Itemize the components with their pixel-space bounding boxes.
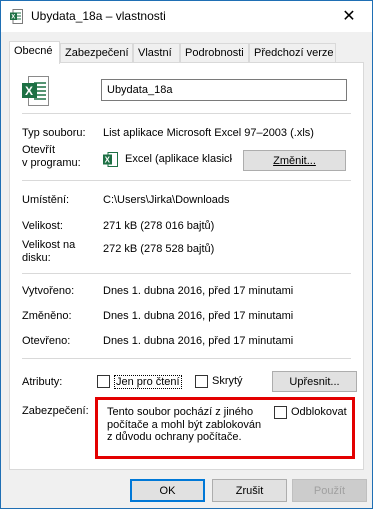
general-panel: X Ubydata_18a Typ souboru: List aplikace…	[9, 62, 364, 470]
readonly-checkbox[interactable]	[97, 375, 110, 388]
security-message: Tento soubor pochází z jiného počítače a…	[107, 406, 262, 443]
excel-file-icon: X	[22, 76, 49, 106]
tab-strip: Obecné Zabezpečení Vlastní Podrobnosti P…	[9, 41, 364, 64]
excel-app-icon: X	[103, 152, 118, 167]
file-type-value: List aplikace Microsoft Excel 97–2003 (.…	[103, 127, 314, 139]
excel-file-icon: X	[10, 9, 23, 24]
tab-details[interactable]: Podrobnosti	[180, 43, 249, 63]
svg-text:X: X	[25, 84, 33, 98]
separator	[22, 113, 351, 114]
window-title: Ubydata_18a – vlastnosti	[31, 9, 166, 23]
apply-button-label: Použít	[313, 484, 346, 497]
properties-dialog: X Ubydata_18a – vlastnosti ✕ Obecné Zabe…	[0, 0, 373, 509]
svg-text:X: X	[11, 15, 15, 21]
svg-text:X: X	[105, 156, 111, 165]
change-program-button[interactable]: Změnit...	[243, 150, 346, 171]
change-program-label: Změnit...	[273, 154, 316, 167]
opens-with-value: Excel (aplikace klasické	[125, 153, 232, 165]
hidden-label[interactable]: Skrytý	[212, 375, 243, 387]
size-on-disk-label-1: Velikost na	[22, 239, 76, 251]
location-value: C:\Users\Jirka\Downloads	[103, 194, 230, 206]
ok-button-label: OK	[159, 484, 176, 497]
tab-security[interactable]: Zabezpečení	[60, 43, 133, 63]
created-label: Vytvořeno:	[22, 285, 75, 297]
attributes-label: Atributy:	[22, 376, 63, 388]
opens-with-label-2: v programu:	[22, 157, 81, 169]
title-bar: X Ubydata_18a – vlastnosti ✕	[1, 1, 372, 32]
readonly-label-text: Jen pro čtení	[116, 376, 180, 388]
tab-custom[interactable]: Vlastní	[133, 43, 180, 63]
advanced-button-label: Upřesnit...	[289, 375, 340, 388]
unblock-checkbox[interactable]	[274, 406, 287, 419]
security-warning-highlight: Tento soubor pochází z jiného počítače a…	[95, 397, 355, 459]
size-on-disk-value: 272 kB (278 528 bajtů)	[103, 243, 215, 255]
modified-value: Dnes 1. dubna 2016, před 17 minutami	[103, 310, 294, 322]
ok-button[interactable]: OK	[130, 479, 205, 502]
accessed-value: Dnes 1. dubna 2016, před 17 minutami	[103, 335, 294, 347]
opens-with-label-1: Otevřít	[22, 144, 56, 156]
security-label: Zabezpečení:	[22, 405, 89, 417]
close-button[interactable]: ✕	[326, 1, 372, 31]
separator	[22, 273, 351, 274]
hidden-checkbox[interactable]	[195, 375, 208, 388]
unblock-label[interactable]: Odblokovat	[291, 406, 347, 418]
apply-button[interactable]: Použít	[292, 479, 367, 502]
separator	[22, 358, 351, 359]
size-label: Velikost:	[22, 220, 63, 232]
accessed-label: Otevřeno:	[22, 335, 71, 347]
size-value: 271 kB (278 016 bajtů)	[103, 220, 215, 232]
close-icon: ✕	[342, 8, 356, 25]
size-on-disk-label-2: disku:	[22, 252, 51, 264]
cancel-button[interactable]: Zrušit	[212, 479, 287, 502]
filename-input[interactable]: Ubydata_18a	[101, 79, 347, 101]
tab-previous-versions[interactable]: Předchozí verze	[249, 43, 336, 63]
separator	[22, 180, 351, 181]
file-type-label: Typ souboru:	[22, 127, 86, 139]
location-label: Umístění:	[22, 194, 70, 206]
modified-label: Změněno:	[22, 310, 72, 322]
created-value: Dnes 1. dubna 2016, před 17 minutami	[103, 285, 294, 297]
advanced-button[interactable]: Upřesnit...	[272, 371, 357, 392]
readonly-label[interactable]: Jen pro čtení	[114, 375, 182, 389]
cancel-button-label: Zrušit	[235, 484, 264, 497]
tab-general[interactable]: Obecné	[9, 41, 60, 64]
